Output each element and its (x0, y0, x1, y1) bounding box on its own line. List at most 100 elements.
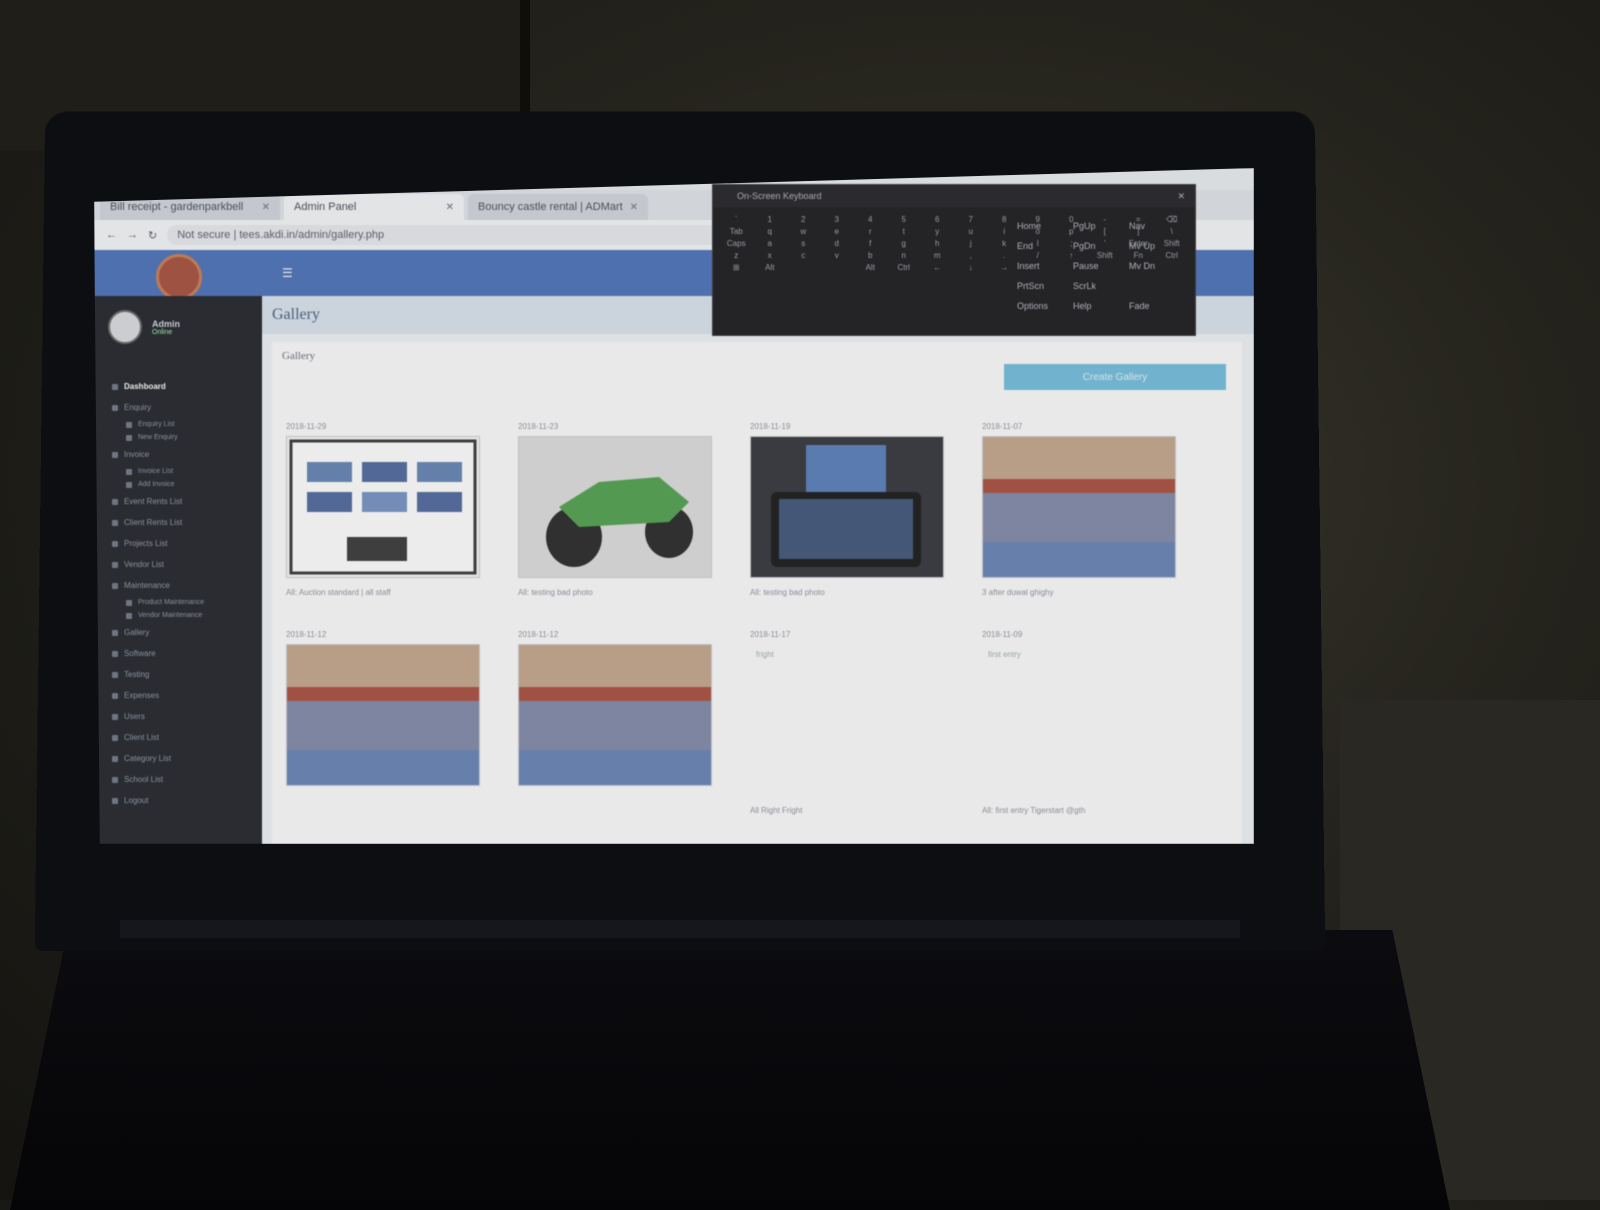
close-icon[interactable]: ✕ (1177, 185, 1185, 207)
sidebar-item-client-rents-list[interactable]: Client Rents List (112, 512, 204, 533)
browser-tab[interactable]: Bouncy castle rental | ADMart ✕ (468, 194, 648, 220)
back-icon[interactable]: ← (106, 229, 117, 241)
osk-key[interactable]: y (922, 227, 953, 236)
gallery-item[interactable]: 2018-11-23 All: testing bad photo (518, 422, 723, 597)
sidebar-item-invoice[interactable]: Invoice (112, 444, 204, 465)
sidebar-item-testing[interactable]: Testing (112, 664, 204, 685)
osk-key[interactable]: Options (1017, 301, 1073, 311)
osk-key[interactable]: PgUp (1073, 221, 1129, 231)
osk-key[interactable]: Caps (721, 239, 752, 248)
osk-key[interactable]: j (956, 239, 987, 248)
osk-key[interactable] (822, 263, 853, 272)
osk-key[interactable]: Tab (721, 227, 752, 236)
gallery-item[interactable]: 2018-11-17 fright All Right Fright (750, 630, 955, 815)
gallery-item[interactable]: 2018-11-19 All: testing bad photo (750, 422, 955, 597)
broken-image[interactable]: first entry (982, 644, 1186, 796)
osk-key[interactable]: ← (922, 263, 953, 272)
gallery-thumbnail[interactable] (286, 436, 480, 578)
sidebar-item-gallery[interactable]: Gallery (112, 622, 204, 643)
sidebar-item-client-list[interactable]: Client List (112, 727, 204, 748)
url-field[interactable]: Not secure | tees.akdi.in/admin/gallery.… (167, 225, 728, 245)
gallery-thumbnail[interactable] (518, 644, 712, 786)
osk-key[interactable]: Nav (1129, 221, 1185, 231)
forward-icon[interactable]: → (127, 229, 138, 241)
gallery-item[interactable]: 2018-11-09 first entry All: first entry Ti… (982, 630, 1187, 815)
osk-key[interactable]: 1 (755, 215, 786, 224)
sidebar-item-add-invoice[interactable]: Add Invoice (112, 478, 204, 491)
brand-logo[interactable] (156, 254, 202, 300)
browser-tab-active[interactable]: Admin Panel ✕ (284, 194, 464, 220)
osk-key[interactable]: a (755, 239, 786, 248)
osk-key[interactable]: 3 (822, 215, 853, 224)
osk-key[interactable]: . (989, 251, 1020, 260)
gallery-thumbnail[interactable] (518, 436, 712, 578)
osk-key[interactable]: r (855, 227, 886, 236)
close-icon[interactable]: ✕ (262, 202, 270, 213)
osk-key[interactable]: Home (1017, 221, 1073, 231)
gallery-thumbnail[interactable] (286, 644, 480, 786)
sidebar-item-enquiry[interactable]: Enquiry (112, 397, 204, 418)
osk-key[interactable]: Alt (855, 263, 886, 272)
osk-key[interactable]: Ctrl (889, 263, 920, 272)
osk-key[interactable]: 6 (922, 215, 953, 224)
osk-key[interactable]: PgDn (1073, 241, 1129, 251)
gallery-item[interactable]: 2018-11-12 (518, 630, 723, 796)
sidebar-item-vendor-maintenance[interactable]: Vendor Maintenance (112, 609, 204, 622)
osk-key[interactable]: 8 (989, 215, 1020, 224)
osk-key[interactable]: → (989, 263, 1020, 272)
sidebar-item-logout[interactable]: Logout (112, 790, 204, 811)
osk-key[interactable] (1129, 281, 1185, 291)
sidebar-item-product-maintenance[interactable]: Product Maintenance (112, 596, 204, 609)
gallery-item[interactable]: 2018-11-07 3 after duwal ghighy (982, 422, 1187, 597)
sidebar-item-event-rents-list[interactable]: Event Rents List (112, 491, 204, 512)
osk-key[interactable]: End (1017, 241, 1073, 251)
sidebar-item-new-enquiry[interactable]: New Enquiry (112, 431, 204, 444)
gallery-thumbnail[interactable] (982, 436, 1176, 578)
osk-key[interactable]: t (889, 227, 920, 236)
osk-key[interactable]: v (822, 251, 853, 260)
close-icon[interactable]: ✕ (630, 202, 638, 213)
osk-key[interactable]: ScrLk (1073, 281, 1129, 291)
osk-key[interactable]: g (889, 239, 920, 248)
osk-key[interactable]: Mv Dn (1129, 261, 1185, 271)
osk-key[interactable]: e (822, 227, 853, 236)
osk-key[interactable]: f (855, 239, 886, 248)
create-gallery-button[interactable]: Create Gallery (1004, 364, 1226, 390)
gallery-thumbnail[interactable] (750, 436, 944, 578)
sidebar-item-enquiry-list[interactable]: Enquiry List (112, 418, 204, 431)
osk-key[interactable]: , (956, 251, 987, 260)
osk-key[interactable]: ` (721, 215, 752, 224)
osk-key[interactable]: k (989, 239, 1020, 248)
osk-key[interactable]: ↓ (956, 263, 987, 272)
gallery-item[interactable]: 2018-11-29 All: Auction standard | all st… (286, 422, 491, 597)
osk-key[interactable]: w (788, 227, 819, 236)
sidebar-item-school-list[interactable]: School List (112, 769, 204, 790)
osk-key[interactable]: h (922, 239, 953, 248)
osk-key[interactable]: ⊞ (721, 263, 752, 272)
sidebar-item-software[interactable]: Software (112, 643, 204, 664)
sidebar-item-maintenance[interactable]: Maintenance (112, 575, 204, 596)
osk-key[interactable]: x (755, 251, 786, 260)
osk-key[interactable]: n (889, 251, 920, 260)
osk-key[interactable]: Pause (1073, 261, 1129, 271)
close-icon[interactable]: ✕ (446, 202, 454, 213)
sidebar-item-vendor-list[interactable]: Vendor List (112, 554, 204, 575)
osk-key[interactable]: c (788, 251, 819, 260)
osk-key[interactable]: 4 (855, 215, 886, 224)
menu-toggle-icon[interactable]: ☰ (282, 266, 296, 280)
osk-key[interactable] (788, 263, 819, 272)
osk-key[interactable]: Mv Up (1129, 241, 1185, 251)
osk-key[interactable]: Alt (755, 263, 786, 272)
osk-key[interactable]: Insert (1017, 261, 1073, 271)
osk-key[interactable]: 7 (956, 215, 987, 224)
sidebar-item-users[interactable]: Users (112, 706, 204, 727)
sidebar-item-projects-list[interactable]: Projects List (112, 533, 204, 554)
sidebar-item-dashboard[interactable]: Dashboard (112, 376, 204, 397)
sidebar-item-expenses[interactable]: Expenses (112, 685, 204, 706)
osk-key[interactable]: s (788, 239, 819, 248)
broken-image[interactable]: fright (750, 644, 954, 796)
gallery-item[interactable]: 2018-11-12 (286, 630, 491, 796)
osk-key[interactable]: u (956, 227, 987, 236)
reload-icon[interactable]: ↻ (148, 229, 157, 242)
osk-key[interactable]: Help (1073, 301, 1129, 311)
